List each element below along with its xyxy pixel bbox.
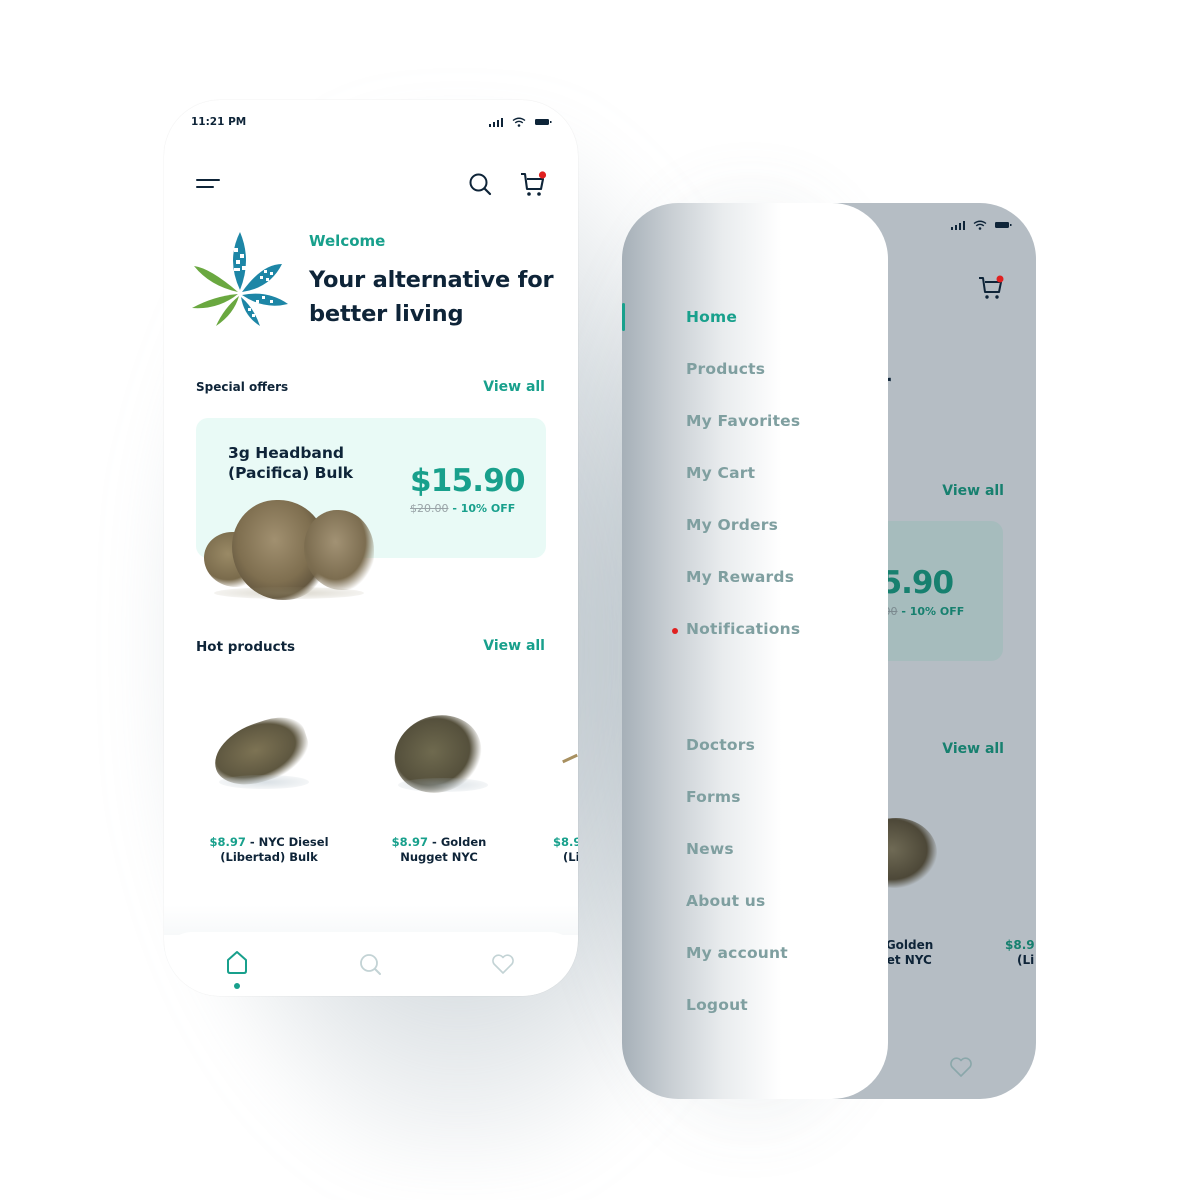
drawer-item-my-orders[interactable]: My Orders <box>686 516 778 534</box>
cart-badge <box>538 171 547 179</box>
bottom-fade <box>164 905 578 935</box>
status-icons <box>489 117 552 127</box>
cart-icon[interactable] <box>519 170 547 198</box>
heart-icon[interactable] <box>491 953 515 975</box>
discount-label: - 10% OFF <box>897 605 965 618</box>
product-price: $8.97 <box>391 835 429 849</box>
drawer-item-products[interactable]: Products <box>686 360 765 378</box>
cannabis-leaf-logo <box>192 232 288 326</box>
drawer-item-my-cart[interactable]: My Cart <box>686 464 755 482</box>
cart-icon[interactable] <box>978 275 1004 301</box>
offer-name-line: (Pacifica) Bulk <box>228 464 354 482</box>
hamburger-menu-icon[interactable] <box>196 178 222 192</box>
hero-title: Your alternative for better living <box>309 267 554 327</box>
wifi-icon <box>512 117 526 127</box>
offer-discount: $20.00 - 10% OFF <box>410 502 515 515</box>
offer-product-image <box>204 492 374 602</box>
drawer-item-my-rewards[interactable]: My Rewards <box>686 568 794 586</box>
offer-discount: .00 - 10% OFF <box>880 605 964 618</box>
welcome-label: Welcome <box>309 232 386 250</box>
battery-icon <box>995 222 1012 228</box>
offer-price: $15.90 <box>410 463 526 499</box>
bottom-tab-bar <box>164 932 578 996</box>
product-caption[interactable]: $8.97 - NYC Diesel (Libertad) Bulk <box>194 835 344 865</box>
product-name: Nugget NYC <box>400 850 478 864</box>
product-image <box>562 753 578 764</box>
view-all-link[interactable]: View all <box>942 483 1004 499</box>
old-price: $20.00 <box>410 502 449 515</box>
offer-product-name: 3g Headband (Pacifica) Bulk <box>228 443 353 483</box>
status-time: 11:21 PM <box>191 116 247 128</box>
signal-icon <box>489 117 503 127</box>
product-price: $8.97 <box>209 835 246 849</box>
discount-label: - 10% OFF <box>448 502 516 515</box>
status-bar: 11:21 PM <box>164 100 578 144</box>
product-name: (Libertad) Bulk <box>220 850 318 864</box>
product-name: (Li <box>1017 953 1035 967</box>
active-indicator <box>622 303 625 331</box>
special-offers-view-all[interactable]: View all <box>483 379 545 395</box>
drawer-item-logout[interactable]: Logout <box>686 996 748 1014</box>
hot-products-title: Hot products <box>196 639 296 655</box>
offer-name-line: 3g Headband <box>228 444 345 462</box>
drawer-item-forms[interactable]: Forms <box>686 788 741 806</box>
search-icon[interactable] <box>468 172 492 196</box>
status-icons <box>951 220 1012 230</box>
search-icon[interactable] <box>359 953 383 977</box>
front-phone-screen: 11:21 PM Welcome Your alternative for be… <box>164 100 578 996</box>
battery-icon <box>535 119 552 125</box>
drawer-item-news[interactable]: News <box>686 840 734 858</box>
product-image <box>383 703 496 805</box>
heart-icon[interactable] <box>949 1056 973 1078</box>
home-icon[interactable] <box>225 950 249 976</box>
product-name: (Li <box>563 850 578 864</box>
product-name: - Golden <box>428 835 487 849</box>
drawer-item-about-us[interactable]: About us <box>686 892 765 910</box>
drawer-item-doctors[interactable]: Doctors <box>686 736 755 754</box>
product-name: - NYC Diesel <box>245 835 329 849</box>
product-caption[interactable]: $8.9 (Li <box>1005 938 1036 968</box>
hot-products-view-all[interactable]: View all <box>483 638 545 654</box>
product-image <box>206 709 319 795</box>
active-tab-indicator <box>234 983 240 989</box>
drawer-item-my-favorites[interactable]: My Favorites <box>686 412 800 430</box>
navigation-drawer: Home Products My Favorites My Cart My Orders… <box>622 203 888 1099</box>
notification-dot <box>672 628 678 634</box>
product-caption[interactable]: $8.9 (Li <box>553 835 578 865</box>
drawer-item-home[interactable]: Home <box>686 308 737 326</box>
product-caption[interactable]: $8.97 - Golden Nugget NYC <box>364 835 514 865</box>
drawer-item-notifications[interactable]: Notifications <box>686 620 800 638</box>
special-offers-title: Special offers <box>196 380 289 394</box>
drawer-item-my-account[interactable]: My account <box>686 944 788 962</box>
signal-icon <box>951 220 965 230</box>
product-price: $8.9 <box>1005 938 1035 952</box>
view-all-link[interactable]: View all <box>942 741 1004 757</box>
wifi-icon <box>973 220 987 230</box>
product-price: $8.9 <box>553 835 578 849</box>
